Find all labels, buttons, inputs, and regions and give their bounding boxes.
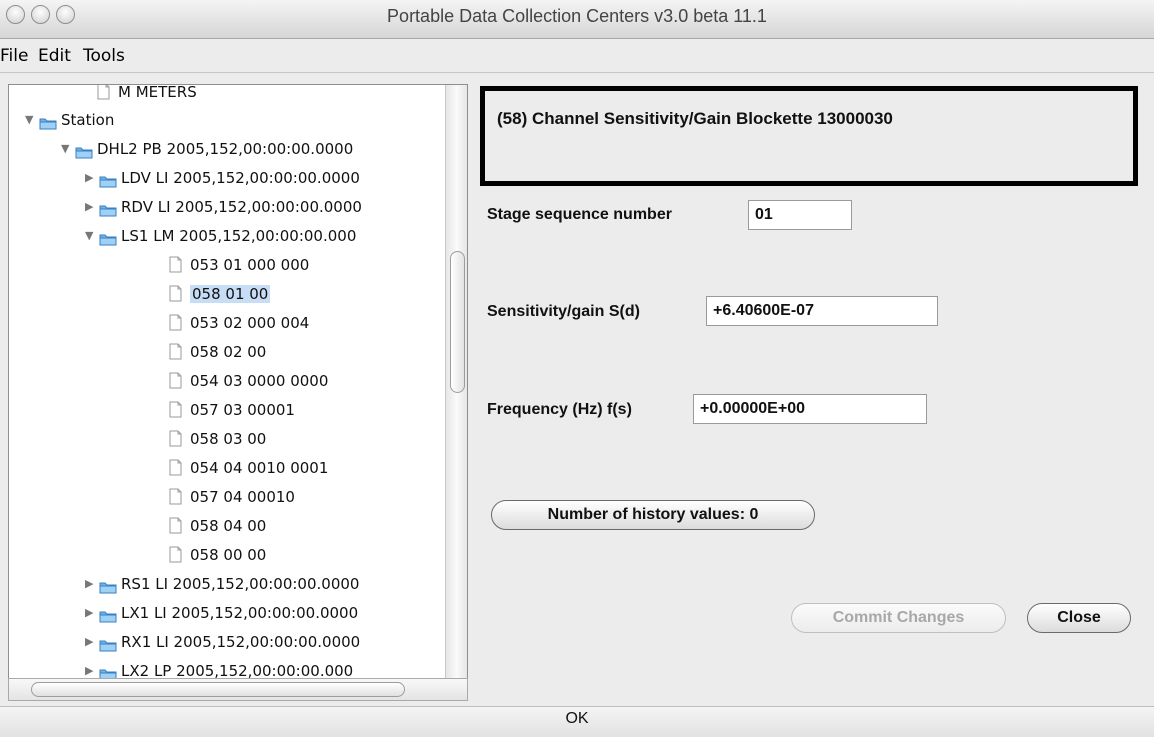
document-icon <box>169 545 182 563</box>
blockette-header: (58) Channel Sensitivity/Gain Blockette … <box>480 86 1138 186</box>
collapsed-triangle-icon[interactable]: ▶ <box>85 165 99 191</box>
tree-row-label: 058 04 00 <box>190 517 267 535</box>
folder-icon <box>99 605 117 622</box>
tree-row-label: M METERS <box>118 84 197 101</box>
commit-changes-button[interactable]: Commit Changes <box>791 603 1006 633</box>
menu-tools[interactable]: Tools <box>83 46 125 66</box>
frequency-label: Frequency (Hz) f(s) <box>487 401 632 418</box>
tree-row-label: 053 01 000 000 <box>190 256 310 274</box>
status-bar: OK <box>0 706 1154 737</box>
history-values-button[interactable]: Number of history values: 0 <box>491 500 815 530</box>
tree-row-label: Station <box>61 111 115 129</box>
menu-edit[interactable]: Edit <box>38 46 71 66</box>
tree-row[interactable]: ▼ LS1 LM 2005,152,00:00:00.000 <box>85 223 356 249</box>
tree-row-label: 058 01 00 <box>190 285 271 303</box>
document-icon <box>97 85 110 100</box>
tree-row[interactable]: ▼ Station <box>25 107 114 133</box>
document-icon <box>169 400 182 418</box>
status-text: OK <box>565 710 589 727</box>
collapsed-triangle-icon[interactable]: ▶ <box>85 194 99 220</box>
document-icon <box>169 255 182 273</box>
tree-row[interactable]: ▶ LDV LI 2005,152,00:00:00.0000 <box>85 165 360 191</box>
folder-icon <box>39 112 57 129</box>
folder-icon <box>99 663 117 679</box>
tree-row[interactable]: ▼ DHL2 PB 2005,152,00:00:00.0000 <box>61 136 353 162</box>
tree-row-label: RS1 LI 2005,152,00:00:00.0000 <box>121 575 360 593</box>
folder-icon <box>99 634 117 651</box>
document-icon <box>169 458 182 476</box>
tree-row[interactable]: 058 02 00 <box>155 339 266 365</box>
sensitivity-gain-label: Sensitivity/gain S(d) <box>487 303 640 320</box>
menu-bar: File Edit Tools <box>0 39 1154 73</box>
frequency-field[interactable]: +0.00000E+00 <box>693 394 927 424</box>
tree-row-label: LDV LI 2005,152,00:00:00.0000 <box>121 169 360 187</box>
folder-icon <box>75 141 93 158</box>
collapsed-triangle-icon[interactable]: ▶ <box>85 571 99 597</box>
blockette-title: (58) Channel Sensitivity/Gain Blockette … <box>497 109 893 128</box>
collapsed-triangle-icon[interactable]: ▶ <box>85 629 99 655</box>
tree-row[interactable]: 058 03 00 <box>155 426 266 452</box>
document-icon <box>169 313 182 331</box>
tree-row-label: 054 04 0010 0001 <box>190 459 329 477</box>
tree-row-label: LS1 LM 2005,152,00:00:00.000 <box>121 227 357 245</box>
horizontal-scroll-thumb[interactable] <box>31 682 405 697</box>
tree-row[interactable]: 057 03 00001 <box>155 397 295 423</box>
tree-row-label: RX1 LI 2005,152,00:00:00.0000 <box>121 633 361 651</box>
tree-row[interactable]: 058 00 00 <box>155 542 266 568</box>
document-icon <box>169 284 182 302</box>
folder-icon <box>99 199 117 216</box>
stage-sequence-field[interactable]: 01 <box>748 200 852 230</box>
tree-row[interactable]: 058 04 00 <box>155 513 266 539</box>
document-icon <box>169 516 182 534</box>
folder-icon <box>99 170 117 187</box>
collapsed-triangle-icon[interactable]: ▶ <box>85 600 99 626</box>
tree-row-label: 053 02 000 004 <box>190 314 310 332</box>
window-title: Portable Data Collection Centers v3.0 be… <box>387 6 767 26</box>
folder-icon <box>99 576 117 593</box>
tree-row[interactable]: ▶ LX1 LI 2005,152,00:00:00.0000 <box>85 600 358 626</box>
tree-row-label: 058 03 00 <box>190 430 267 448</box>
document-icon <box>169 342 182 360</box>
tree-row[interactable]: 053 02 000 004 <box>155 310 309 336</box>
document-icon <box>169 371 182 389</box>
tree-row[interactable]: 057 04 00010 <box>155 484 295 510</box>
vertical-scroll-thumb[interactable] <box>450 251 465 393</box>
tree-row[interactable]: ▶ LX2 LP 2005,152,00:00:00.000 <box>85 658 353 679</box>
menu-file[interactable]: File <box>0 46 28 66</box>
tree-row[interactable]: 058 01 00 <box>155 281 271 307</box>
expanded-triangle-icon[interactable]: ▼ <box>85 223 99 249</box>
sensitivity-gain-field[interactable]: +6.40600E-07 <box>706 296 938 326</box>
tree-row-label: 057 04 00010 <box>190 488 295 506</box>
tree-row-label: 057 03 00001 <box>190 401 295 419</box>
title-bar: Portable Data Collection Centers v3.0 be… <box>0 0 1154 39</box>
folder-icon <box>99 228 117 245</box>
expanded-triangle-icon[interactable]: ▼ <box>25 107 39 133</box>
tree-row[interactable]: 053 01 000 000 <box>155 252 309 278</box>
tree-row-label: RDV LI 2005,152,00:00:00.0000 <box>121 198 362 216</box>
tree-row-label: DHL2 PB 2005,152,00:00:00.0000 <box>97 140 354 158</box>
document-icon <box>169 487 182 505</box>
tree-row-label: 058 00 00 <box>190 546 267 564</box>
tree-row[interactable]: 054 03 0000 0000 <box>155 368 328 394</box>
tree-row-label: 054 03 0000 0000 <box>190 372 329 390</box>
stage-sequence-label: Stage sequence number <box>487 206 672 223</box>
collapsed-triangle-icon[interactable]: ▶ <box>85 658 99 679</box>
tree-row-label: 058 02 00 <box>190 343 267 361</box>
tree-row[interactable]: ▶ RX1 LI 2005,152,00:00:00.0000 <box>85 629 360 655</box>
tree-row[interactable]: ▶ RS1 LI 2005,152,00:00:00.0000 <box>85 571 359 597</box>
close-button[interactable]: Close <box>1027 603 1131 633</box>
tree-row-label: LX1 LI 2005,152,00:00:00.0000 <box>121 604 359 622</box>
tree-row[interactable]: 054 04 0010 0001 <box>155 455 328 481</box>
horizontal-scrollbar[interactable] <box>8 678 468 701</box>
tree-panel: M METERS ▼ Station ▼ DHL2 PB 2005,152,00:00:… <box>8 84 468 680</box>
expanded-triangle-icon[interactable]: ▼ <box>61 136 75 162</box>
tree-row[interactable]: M METERS <box>83 84 197 105</box>
tree-row[interactable]: ▶ RDV LI 2005,152,00:00:00.0000 <box>85 194 362 220</box>
document-icon <box>169 429 182 447</box>
